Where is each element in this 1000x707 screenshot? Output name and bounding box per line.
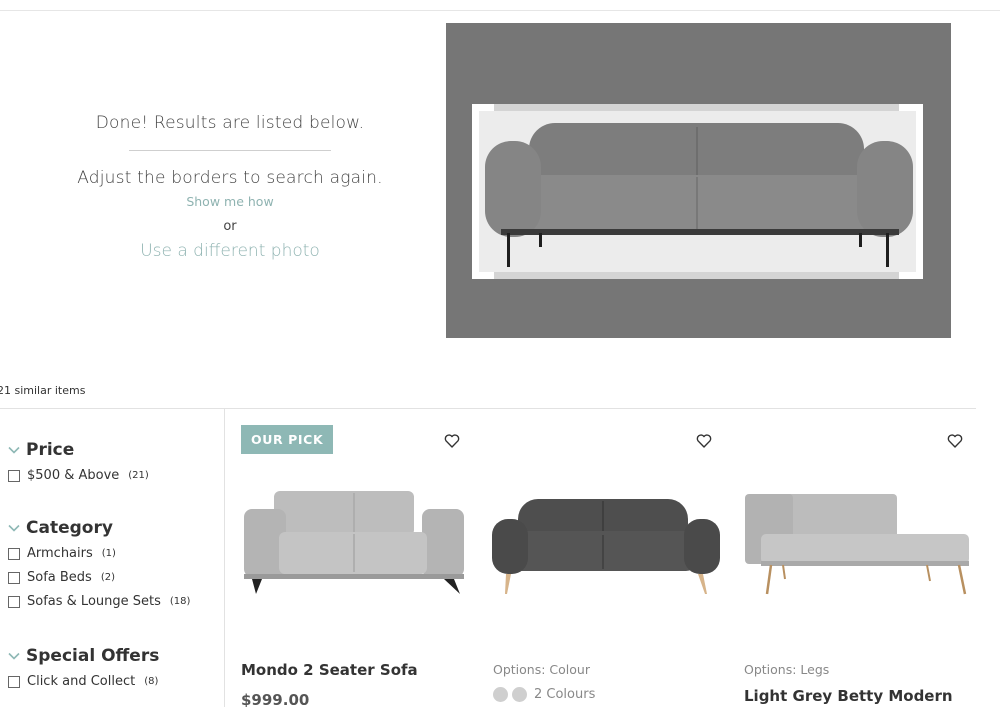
product-card[interactable]: Options: Colour 2 Colours	[476, 409, 721, 707]
product-image[interactable]	[224, 479, 469, 609]
adjust-message: Adjust the borders to search again.	[77, 168, 383, 188]
filter-special-offers: Special Offers Click and Collect (8)	[8, 646, 159, 689]
filter-option-count: (21)	[128, 470, 149, 481]
filter-special-offers-title: Special Offers	[26, 646, 160, 666]
crop-top-border[interactable]	[494, 104, 899, 111]
sofa-photo	[485, 123, 913, 267]
heart-icon[interactable]	[444, 433, 460, 449]
colour-count: 2 Colours	[534, 687, 596, 702]
filter-option-sofas-lounge-sets[interactable]: Sofas & Lounge Sets (18)	[8, 594, 190, 609]
product-name[interactable]: Mondo 2 Seater Sofa	[241, 661, 418, 679]
filter-price: Price $500 & Above (21)	[8, 440, 149, 483]
filter-category-title: Category	[26, 518, 113, 538]
or-separator: or	[223, 219, 237, 234]
checkbox[interactable]	[8, 547, 20, 560]
filter-option-label: Sofa Beds	[27, 570, 92, 585]
product-options-label: Options: Legs	[744, 662, 830, 677]
crop-selection[interactable]	[472, 104, 923, 279]
colour-swatches[interactable]: 2 Colours	[493, 687, 595, 702]
product-price: $999.00	[241, 691, 310, 707]
filter-price-title: Price	[26, 440, 75, 460]
filter-special-offers-header[interactable]: Special Offers	[8, 646, 159, 666]
filter-price-header[interactable]: Price	[8, 440, 149, 460]
filter-option-count: (1)	[101, 548, 116, 559]
colour-swatch[interactable]	[512, 687, 527, 702]
filter-option-click-and-collect[interactable]: Click and Collect (8)	[8, 674, 159, 689]
checkbox[interactable]	[8, 675, 20, 688]
filter-option-price-500-above[interactable]: $500 & Above (21)	[8, 468, 149, 483]
photo-crop-area	[446, 23, 951, 338]
filter-option-label: Click and Collect	[27, 674, 136, 689]
chevron-down-icon	[8, 446, 20, 454]
filter-category: Category Armchairs (1) Sofa Beds (2) Sof…	[8, 518, 190, 609]
filter-option-label: $500 & Above	[27, 468, 120, 483]
product-image[interactable]	[476, 479, 721, 609]
filter-option-count: (18)	[169, 596, 191, 607]
filter-option-sofa-beds[interactable]: Sofa Beds (2)	[8, 570, 190, 585]
heart-icon[interactable]	[947, 433, 963, 449]
colour-swatch[interactable]	[493, 687, 508, 702]
filter-option-count: (2)	[100, 572, 115, 583]
checkbox[interactable]	[8, 595, 20, 608]
filter-option-label: Sofas & Lounge Sets	[27, 594, 161, 609]
our-pick-badge: OUR PICK	[241, 425, 334, 454]
product-card[interactable]: OUR PICK Mondo 2 Seater Sofa $999.00	[224, 409, 469, 707]
product-image[interactable]	[727, 479, 972, 609]
cropped-photo	[479, 111, 916, 272]
product-name[interactable]: Light Grey Betty Modern	[744, 687, 953, 705]
filter-category-header[interactable]: Category	[8, 518, 190, 538]
chevron-down-icon	[8, 524, 20, 532]
filter-option-count: (8)	[144, 676, 159, 687]
filter-option-label: Armchairs	[27, 546, 93, 561]
checkbox[interactable]	[8, 571, 20, 584]
top-divider	[0, 10, 1000, 11]
chevron-down-icon	[8, 652, 20, 660]
heart-icon[interactable]	[696, 433, 712, 449]
different-photo-link[interactable]: Use a different photo	[0, 241, 460, 261]
results-count: 21 similar items	[0, 384, 86, 397]
filter-option-armchairs[interactable]: Armchairs (1)	[8, 546, 190, 561]
checkbox[interactable]	[8, 469, 20, 482]
status-divider	[129, 150, 331, 151]
crop-bottom-border[interactable]	[494, 272, 899, 279]
product-options-label: Options: Colour	[493, 662, 590, 677]
done-message: Done! Results are listed below.	[95, 113, 365, 133]
product-card[interactable]: Options: Legs Light Grey Betty Modern	[727, 409, 972, 707]
show-me-how-link[interactable]: Show me how	[0, 194, 460, 209]
